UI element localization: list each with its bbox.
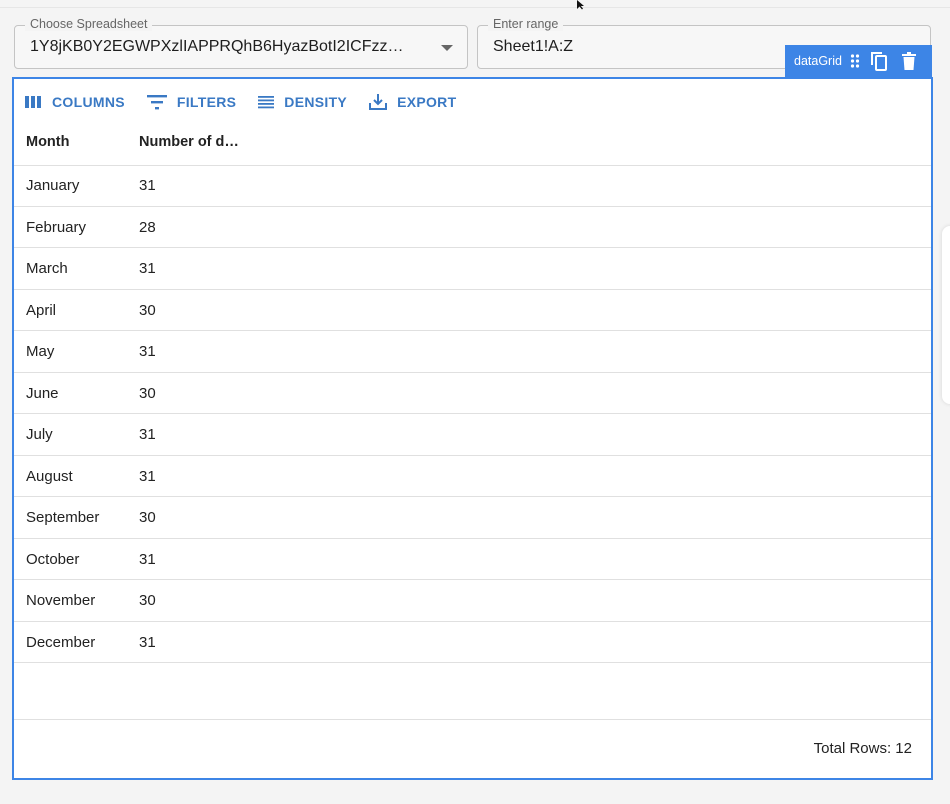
side-panel-edge	[942, 226, 950, 404]
cell-month: October	[26, 550, 80, 568]
table-row[interactable]: May 31	[14, 331, 931, 373]
column-header-month[interactable]: Month	[26, 134, 69, 150]
spreadsheet-label: Choose Spreadsheet	[25, 17, 153, 31]
cell-month: August	[26, 467, 73, 485]
cell-days: 28	[139, 218, 156, 236]
spreadsheet-select[interactable]: Choose Spreadsheet 1Y8jKB0Y2EGWPXzlIAPPR…	[14, 17, 468, 69]
delete-icon[interactable]	[901, 52, 916, 70]
cell-month: April	[26, 301, 57, 319]
table-row[interactable]: October 31	[14, 539, 931, 580]
cell-days: 31	[139, 426, 156, 443]
cell-days: 31	[139, 343, 156, 360]
range-label: Enter range	[488, 17, 564, 31]
cell-month: November	[26, 592, 96, 609]
table-row[interactable]: April 30	[14, 290, 931, 331]
cell-days: 31	[139, 633, 156, 651]
data-grid: COLUMNS FILTERS DENSITY EXPORT Month Num…	[12, 77, 933, 780]
cell-month: January	[26, 177, 80, 194]
columns-icon	[25, 96, 41, 108]
table-row[interactable]: September 30	[14, 497, 931, 539]
cell-month: July	[26, 426, 53, 443]
table-row[interactable]: August 31	[14, 456, 931, 497]
table-row[interactable]: March 31	[14, 248, 931, 290]
table-row[interactable]: December 31	[14, 622, 931, 663]
copy-icon[interactable]	[870, 51, 888, 71]
table-header: Month Number of d…	[14, 119, 931, 166]
dropdown-arrow-icon[interactable]	[441, 45, 453, 51]
component-tag-label: dataGrid	[794, 54, 842, 68]
cell-month: June	[26, 384, 59, 402]
cell-days: 30	[139, 301, 156, 319]
table-row[interactable]: January 31	[14, 165, 931, 207]
table-row[interactable]: June 30	[14, 373, 931, 414]
cell-month: February	[26, 218, 87, 236]
columns-button[interactable]: COLUMNS	[24, 94, 125, 110]
cell-days: 30	[139, 592, 156, 609]
density-icon	[258, 96, 275, 109]
table-row[interactable]: February 28	[14, 207, 931, 248]
density-button[interactable]: DENSITY	[258, 94, 347, 110]
spreadsheet-value: 1Y8jKB0Y2EGWPXzlIAPPRQhB6HyazBotI2ICFzz…	[30, 38, 404, 55]
cell-days: 31	[139, 550, 156, 568]
cell-days: 30	[139, 509, 156, 526]
top-edge	[0, 0, 950, 8]
grid-toolbar: COLUMNS FILTERS DENSITY EXPORT	[24, 93, 478, 111]
column-header-days[interactable]: Number of d…	[139, 134, 239, 150]
table-body: January 31 February 28 March 31 April 30 May…	[14, 165, 931, 663]
cell-days: 31	[139, 260, 156, 277]
grid-footer: Total Rows: 12	[14, 719, 931, 781]
range-value: Sheet1!A:Z	[493, 38, 574, 55]
density-label: DENSITY	[284, 94, 348, 110]
cell-days: 31	[139, 467, 156, 485]
export-label: EXPORT	[397, 94, 457, 110]
component-tag-bar: dataGrid	[785, 45, 932, 77]
filter-icon	[146, 95, 167, 110]
cell-month: September	[26, 509, 100, 526]
table-row[interactable]: November 30	[14, 580, 931, 622]
filters-button[interactable]: FILTERS	[146, 94, 237, 110]
total-rows: Total Rows: 12	[813, 740, 912, 757]
table-row[interactable]: July 31	[14, 414, 931, 456]
cell-days: 30	[139, 384, 156, 402]
mouse-cursor-icon	[577, 0, 584, 10]
cell-days: 31	[139, 177, 156, 194]
drag-handle-icon[interactable]	[850, 54, 860, 68]
cell-month: March	[26, 260, 68, 277]
filters-label: FILTERS	[176, 94, 237, 110]
cell-month: December	[26, 633, 96, 651]
cell-month: May	[26, 343, 55, 360]
export-icon	[369, 94, 388, 110]
columns-label: COLUMNS	[52, 94, 125, 110]
export-button[interactable]: EXPORT	[369, 93, 456, 111]
